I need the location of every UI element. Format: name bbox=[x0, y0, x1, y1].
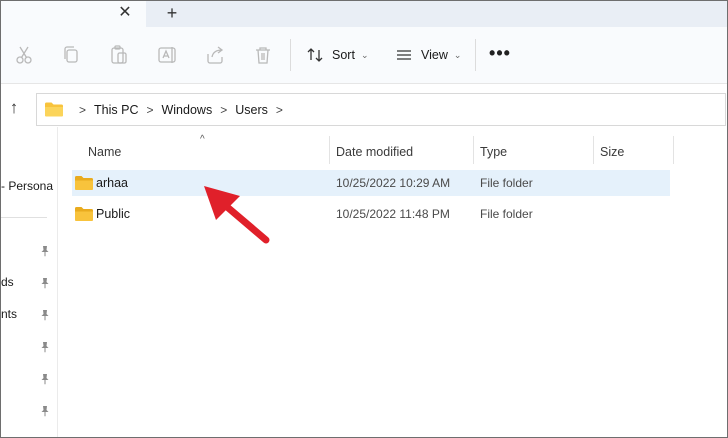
column-divider[interactable] bbox=[329, 136, 330, 164]
breadcrumb-separator: > bbox=[275, 102, 283, 117]
command-bar: Sort ⌄ View ⌄ ••• bbox=[1, 27, 727, 84]
column-divider[interactable] bbox=[593, 136, 594, 164]
breadcrumb-separator: > bbox=[79, 102, 87, 117]
active-tab[interactable]: ✕ bbox=[1, 1, 146, 27]
nav-item-downloads[interactable]: ds bbox=[1, 275, 14, 289]
file-name: arhaa bbox=[96, 176, 128, 190]
breadcrumb-windows[interactable]: Windows bbox=[161, 103, 212, 117]
red-arrow-annotation-icon bbox=[204, 186, 270, 244]
column-header-date-modified[interactable]: Date modified bbox=[336, 142, 413, 162]
pin-icon bbox=[39, 244, 51, 257]
column-header-type[interactable]: Type bbox=[480, 142, 507, 162]
delete-icon[interactable] bbox=[251, 43, 275, 67]
toolbar-divider bbox=[475, 39, 476, 71]
nav-divider bbox=[1, 217, 47, 218]
folder-icon bbox=[75, 176, 93, 190]
rename-icon[interactable] bbox=[155, 43, 179, 67]
breadcrumb-users[interactable]: Users bbox=[235, 103, 268, 117]
address-bar[interactable]: > This PC > Windows > Users > bbox=[36, 93, 726, 126]
file-row[interactable]: arhaa 10/25/2022 10:29 AM File folder bbox=[72, 170, 670, 196]
pin-icon bbox=[39, 372, 51, 385]
file-row[interactable]: Public 10/25/2022 11:48 PM File folder bbox=[72, 201, 670, 227]
sort-label: Sort bbox=[332, 48, 355, 62]
pin-icon bbox=[39, 276, 51, 289]
folder-icon bbox=[75, 207, 93, 221]
navigation-pane: - Persona ds nts bbox=[1, 127, 58, 437]
folder-icon bbox=[45, 102, 63, 117]
breadcrumb: > This PC > Windows > Users > bbox=[71, 94, 291, 125]
more-options-icon[interactable]: ••• bbox=[489, 44, 511, 66]
share-icon[interactable] bbox=[203, 43, 227, 67]
column-divider[interactable] bbox=[673, 136, 674, 164]
chevron-down-icon: ⌄ bbox=[453, 49, 462, 60]
column-divider[interactable] bbox=[473, 136, 474, 164]
breadcrumb-separator: > bbox=[220, 102, 228, 117]
paste-icon[interactable] bbox=[107, 43, 131, 67]
chevron-down-icon: ⌄ bbox=[360, 49, 369, 60]
toolbar-divider bbox=[290, 39, 291, 71]
nav-item-onedrive-personal[interactable]: - Persona bbox=[1, 179, 53, 193]
cut-icon[interactable] bbox=[12, 43, 36, 67]
pin-icon bbox=[39, 404, 51, 417]
file-type: File folder bbox=[480, 176, 533, 190]
breadcrumb-separator: > bbox=[146, 102, 154, 117]
pin-icon bbox=[39, 308, 51, 321]
sort-icon bbox=[307, 48, 323, 62]
column-header-size[interactable]: Size bbox=[600, 142, 624, 162]
column-header-name[interactable]: Name bbox=[88, 142, 121, 162]
view-button[interactable]: View ⌄ bbox=[395, 41, 461, 69]
file-name: Public bbox=[96, 207, 131, 221]
view-icon bbox=[397, 50, 411, 60]
new-tab-icon[interactable]: + bbox=[161, 3, 183, 23]
file-date-modified: 10/25/2022 11:48 PM bbox=[336, 207, 450, 221]
sort-ascending-icon: ^ bbox=[200, 134, 205, 145]
view-label: View bbox=[421, 48, 448, 62]
tab-close-icon[interactable]: ✕ bbox=[114, 3, 136, 23]
breadcrumb-this-pc[interactable]: This PC bbox=[94, 103, 138, 117]
nav-item-documents[interactable]: nts bbox=[1, 307, 17, 321]
file-date-modified: 10/25/2022 10:29 AM bbox=[336, 176, 451, 190]
tab-strip: ✕ + bbox=[1, 1, 727, 27]
file-type: File folder bbox=[480, 207, 533, 221]
pin-icon bbox=[39, 340, 51, 353]
up-arrow-icon[interactable]: ↑ bbox=[4, 98, 24, 120]
sort-button[interactable]: Sort ⌄ bbox=[306, 41, 368, 69]
copy-icon[interactable] bbox=[59, 43, 83, 67]
